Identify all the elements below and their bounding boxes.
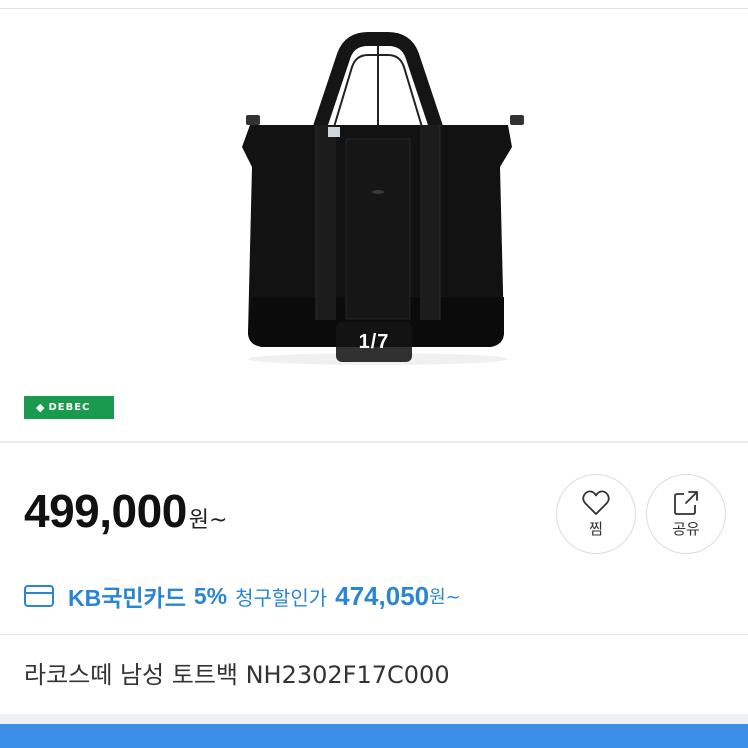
share-icon: [674, 490, 698, 515]
card-discount[interactable]: KB국민카드 5% 청구할인가 474,050 원~: [24, 578, 461, 614]
brand-logo-text: DEBEC: [48, 402, 91, 413]
discount-text: 청구할인가: [235, 585, 328, 610]
credit-card-icon: [24, 585, 54, 607]
product-name: 라코스떼 남성 토트백 NH2302F17C000: [24, 660, 450, 689]
brand-logo[interactable]: ◆ DEBEC: [24, 396, 114, 419]
sale-price-amount: 474,050: [335, 580, 430, 611]
share-label: 공유: [672, 519, 700, 538]
price-amount: 499,000: [24, 485, 187, 537]
section-divider: [0, 441, 748, 443]
bottom-action-bar[interactable]: [0, 714, 748, 748]
like-label: 찜: [589, 519, 603, 538]
bottom-bar-edge: [0, 714, 748, 724]
diamond-icon: ◆: [36, 401, 46, 414]
like-button[interactable]: 찜: [556, 474, 636, 554]
sale-price-unit: 원~: [429, 587, 461, 608]
price-unit: 원~: [188, 508, 228, 533]
share-button[interactable]: 공유: [646, 474, 726, 554]
price: 499,000 원~: [24, 484, 227, 544]
product-image-gallery[interactable]: 1/7: [0, 9, 748, 441]
card-name: KB국민카드: [68, 585, 186, 611]
image-counter: 1/7: [336, 322, 412, 362]
discount-rate: 5%: [193, 582, 228, 609]
section-divider: [0, 634, 748, 635]
product-image: [242, 32, 524, 365]
heart-icon: [582, 490, 610, 515]
